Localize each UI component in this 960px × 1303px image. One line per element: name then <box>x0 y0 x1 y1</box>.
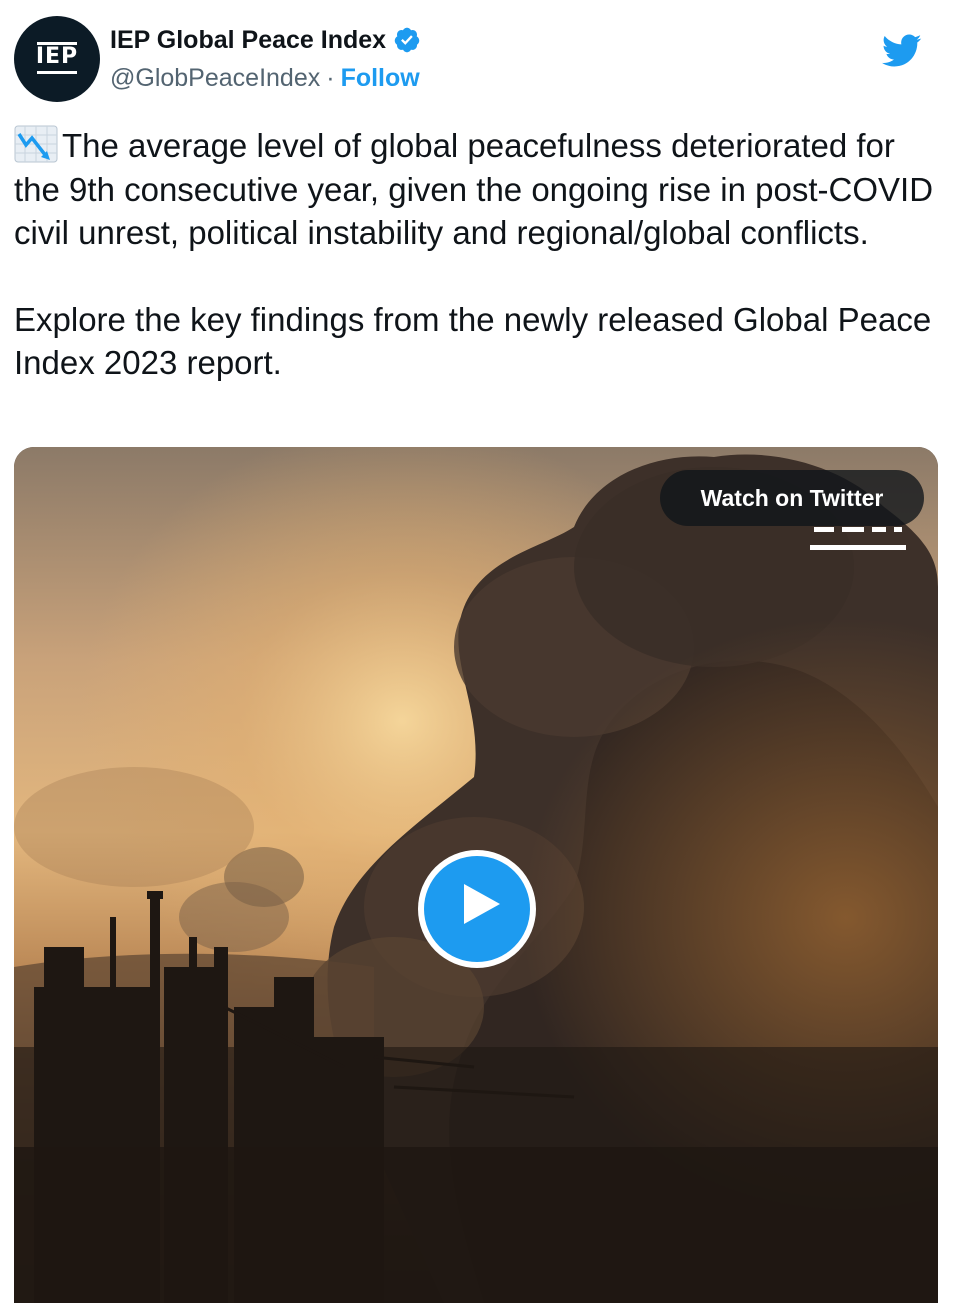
watch-on-twitter-button[interactable]: Watch on Twitter <box>660 470 924 526</box>
tweet-paragraph-2: Explore the key findings from the newly … <box>14 300 932 382</box>
verified-badge-icon <box>394 27 420 53</box>
iep-watermark-logo <box>810 527 906 550</box>
avatar-logo-text: IEP <box>35 44 79 69</box>
author-handle-line: @GlobPeaceIndex · Follow <box>110 64 420 93</box>
author-handle[interactable]: @GlobPeaceIndex <box>110 64 320 93</box>
chart-decreasing-icon <box>14 125 58 163</box>
author-display-name[interactable]: IEP Global Peace Index <box>110 26 386 55</box>
handle-separator: · <box>326 64 335 92</box>
tweet-paragraph-1: The average level of global peacefulness… <box>14 124 934 255</box>
play-button[interactable] <box>418 850 536 968</box>
tweet-header: IEP IEP Global Peace Index @GlobPeaceInd… <box>14 14 946 104</box>
play-icon <box>464 884 500 924</box>
tweet-paragraph-1-text: The average level of global peacefulness… <box>14 127 934 251</box>
tweet-text: The average level of global peacefulness… <box>14 124 934 385</box>
video-player[interactable]: Watch on Twitter <box>14 447 938 1303</box>
tweet-card: IEP IEP Global Peace Index @GlobPeaceInd… <box>0 0 960 1303</box>
follow-button[interactable]: Follow <box>341 64 420 93</box>
twitter-bird-icon[interactable] <box>882 34 922 68</box>
avatar[interactable]: IEP <box>14 16 100 102</box>
avatar-logo-bar-bottom <box>37 71 77 74</box>
author-name-line: IEP Global Peace Index <box>110 24 421 56</box>
